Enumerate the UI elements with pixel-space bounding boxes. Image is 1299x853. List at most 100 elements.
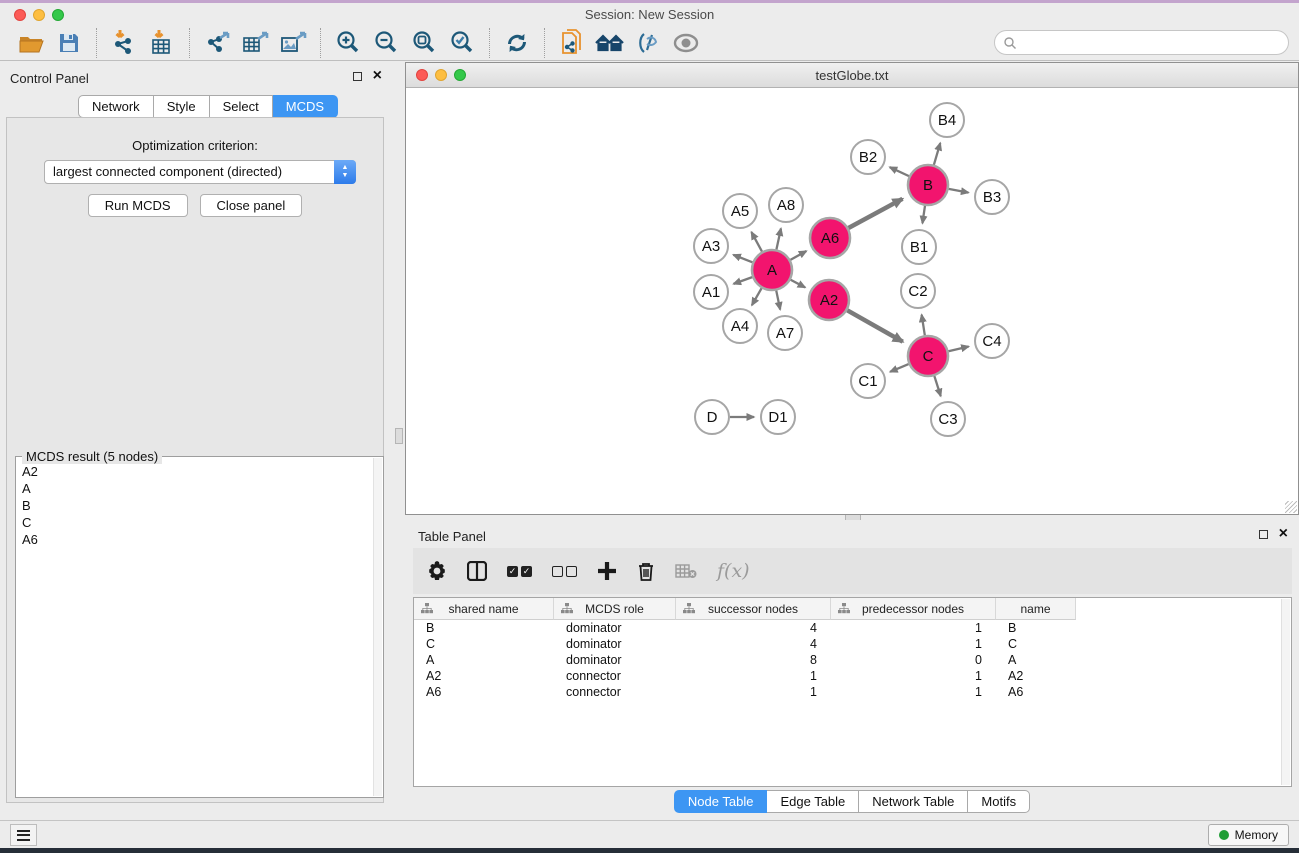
cybrowser-home-icon[interactable]	[593, 28, 627, 58]
zoom-selected-icon[interactable]	[445, 28, 479, 58]
graph-node-A4[interactable]: A4	[723, 309, 757, 343]
search-input[interactable]	[1017, 35, 1267, 50]
graph-node-A8[interactable]: A8	[769, 188, 803, 222]
tab-select[interactable]: Select	[210, 95, 273, 118]
hide-graphics-details-icon[interactable]	[631, 28, 665, 58]
graph-edge-A-A1[interactable]	[734, 277, 753, 284]
graph-edge-A-A8[interactable]	[776, 228, 781, 249]
refresh-view-icon[interactable]	[500, 28, 534, 58]
table-row[interactable]: Bdominator41B	[414, 620, 1291, 636]
add-column-icon[interactable]	[597, 561, 617, 581]
close-panel-button[interactable]: Close panel	[200, 194, 303, 217]
graph-node-C1[interactable]: C1	[851, 364, 885, 398]
search-field[interactable]	[994, 30, 1289, 55]
import-table-icon[interactable]	[145, 28, 179, 58]
tab-mcds[interactable]: MCDS	[273, 95, 338, 118]
tab-motifs[interactable]: Motifs	[968, 790, 1030, 813]
graph-node-A2[interactable]: A2	[809, 280, 849, 320]
graph-node-D[interactable]: D	[695, 400, 729, 434]
graph-edge-A-A5[interactable]	[751, 232, 762, 251]
graph-edge-A6-B[interactable]	[848, 199, 902, 228]
graph-edge-B-B1[interactable]	[922, 206, 925, 223]
column-header-predecessor-nodes[interactable]: predecessor nodes	[831, 598, 996, 620]
window-resize-grip[interactable]	[1285, 501, 1297, 513]
result-list-item[interactable]: B	[16, 497, 373, 514]
network-from-clipboard-icon[interactable]	[555, 28, 589, 58]
tab-network[interactable]: Network	[78, 95, 154, 118]
table-row[interactable]: Cdominator41C	[414, 636, 1291, 652]
graph-edge-C-C2[interactable]	[922, 315, 925, 336]
graph-node-C2[interactable]: C2	[901, 274, 935, 308]
graph-node-B[interactable]: B	[908, 165, 948, 205]
graph-node-A5[interactable]: A5	[723, 194, 757, 228]
table-row[interactable]: A6connector11A6	[414, 684, 1291, 700]
network-canvas[interactable]: B4 B2 B B3 A5 A8A6 B1 A3 A C2 A1 A2 A4 A7 C4 C C1 C3 D D1	[406, 88, 1298, 514]
result-list-item[interactable]: A	[16, 480, 373, 497]
table-settings-gear-icon[interactable]	[427, 561, 447, 581]
open-file-icon[interactable]	[14, 28, 48, 58]
graph-node-A3[interactable]: A3	[694, 229, 728, 263]
graph-edge-C-C4[interactable]	[948, 346, 968, 351]
zoom-fit-icon[interactable]	[407, 28, 441, 58]
column-header-MCDS-role[interactable]: MCDS role	[554, 598, 676, 620]
delete-columns-trash-icon[interactable]	[637, 561, 655, 581]
graph-edge-A-A7[interactable]	[776, 291, 780, 310]
close-panel-icon[interactable]: ×	[373, 67, 382, 85]
run-mcds-button[interactable]: Run MCDS	[88, 194, 188, 217]
tab-style[interactable]: Style	[154, 95, 210, 118]
result-list-item[interactable]: A6	[16, 531, 373, 548]
graph-edge-A-A4[interactable]	[752, 288, 762, 305]
graph-edge-C-C1[interactable]	[890, 364, 908, 372]
graph-edge-C-C3[interactable]	[934, 376, 940, 396]
tab-network-table[interactable]: Network Table	[859, 790, 968, 813]
table-float-panel-icon[interactable]	[1259, 530, 1268, 539]
result-scrollbar[interactable]	[373, 458, 382, 796]
export-table-icon[interactable]	[238, 28, 272, 58]
float-panel-icon[interactable]	[353, 72, 362, 81]
graph-node-D1[interactable]: D1	[761, 400, 795, 434]
graph-node-B2[interactable]: B2	[851, 140, 885, 174]
graph-edge-B-B3[interactable]	[949, 189, 969, 193]
graph-node-A[interactable]: A	[752, 250, 792, 290]
table-row[interactable]: Adominator80A	[414, 652, 1291, 668]
export-image-icon[interactable]	[276, 28, 310, 58]
graph-edge-A-A2[interactable]	[791, 280, 806, 288]
optimization-criterion-dropdown[interactable]: largest connected component (directed) ▲…	[44, 160, 356, 184]
graph-node-B1[interactable]: B1	[902, 230, 936, 264]
column-header-successor-nodes[interactable]: successor nodes	[676, 598, 831, 620]
graph-node-A6[interactable]: A6	[810, 218, 850, 258]
vertical-splitter-grip[interactable]	[395, 428, 403, 444]
result-list-item[interactable]: A2	[16, 463, 373, 480]
save-session-icon[interactable]	[52, 28, 86, 58]
zoom-in-icon[interactable]	[331, 28, 365, 58]
import-network-icon[interactable]	[107, 28, 141, 58]
show-hide-annotations-icon[interactable]	[669, 28, 703, 58]
table-row[interactable]: A2connector11A2	[414, 668, 1291, 684]
graph-edge-A2-C[interactable]	[847, 310, 902, 341]
result-list-item[interactable]: C	[16, 514, 373, 531]
graph-node-A1[interactable]: A1	[694, 275, 728, 309]
graph-node-A7[interactable]: A7	[768, 316, 802, 350]
graph-node-C3[interactable]: C3	[931, 402, 965, 436]
tab-edge-table[interactable]: Edge Table	[767, 790, 859, 813]
graph-node-B4[interactable]: B4	[930, 103, 964, 137]
graph-node-C4[interactable]: C4	[975, 324, 1009, 358]
graph-node-B3[interactable]: B3	[975, 180, 1009, 214]
column-header-shared-name[interactable]: shared name	[414, 598, 554, 620]
graph-edge-B-B4[interactable]	[934, 143, 940, 165]
graph-edge-A-A3[interactable]	[733, 255, 752, 263]
deselect-all-checkboxes-icon[interactable]	[552, 566, 577, 577]
memory-button[interactable]: Memory	[1208, 824, 1289, 846]
table-scrollbar[interactable]	[1281, 599, 1290, 785]
split-panel-columns-icon[interactable]	[467, 561, 487, 581]
graph-node-C[interactable]: C	[908, 336, 948, 376]
tab-node-table[interactable]: Node Table	[674, 790, 768, 813]
graph-edge-B-B2[interactable]	[890, 167, 909, 176]
export-network-icon[interactable]	[200, 28, 234, 58]
table-close-panel-icon[interactable]: ×	[1279, 525, 1288, 543]
select-all-checkboxes-icon[interactable]: ✓✓	[507, 566, 532, 577]
zoom-out-icon[interactable]	[369, 28, 403, 58]
graph-edge-A-A6[interactable]	[790, 251, 806, 260]
column-header-name[interactable]: name	[996, 598, 1076, 620]
task-history-button[interactable]	[10, 824, 37, 846]
